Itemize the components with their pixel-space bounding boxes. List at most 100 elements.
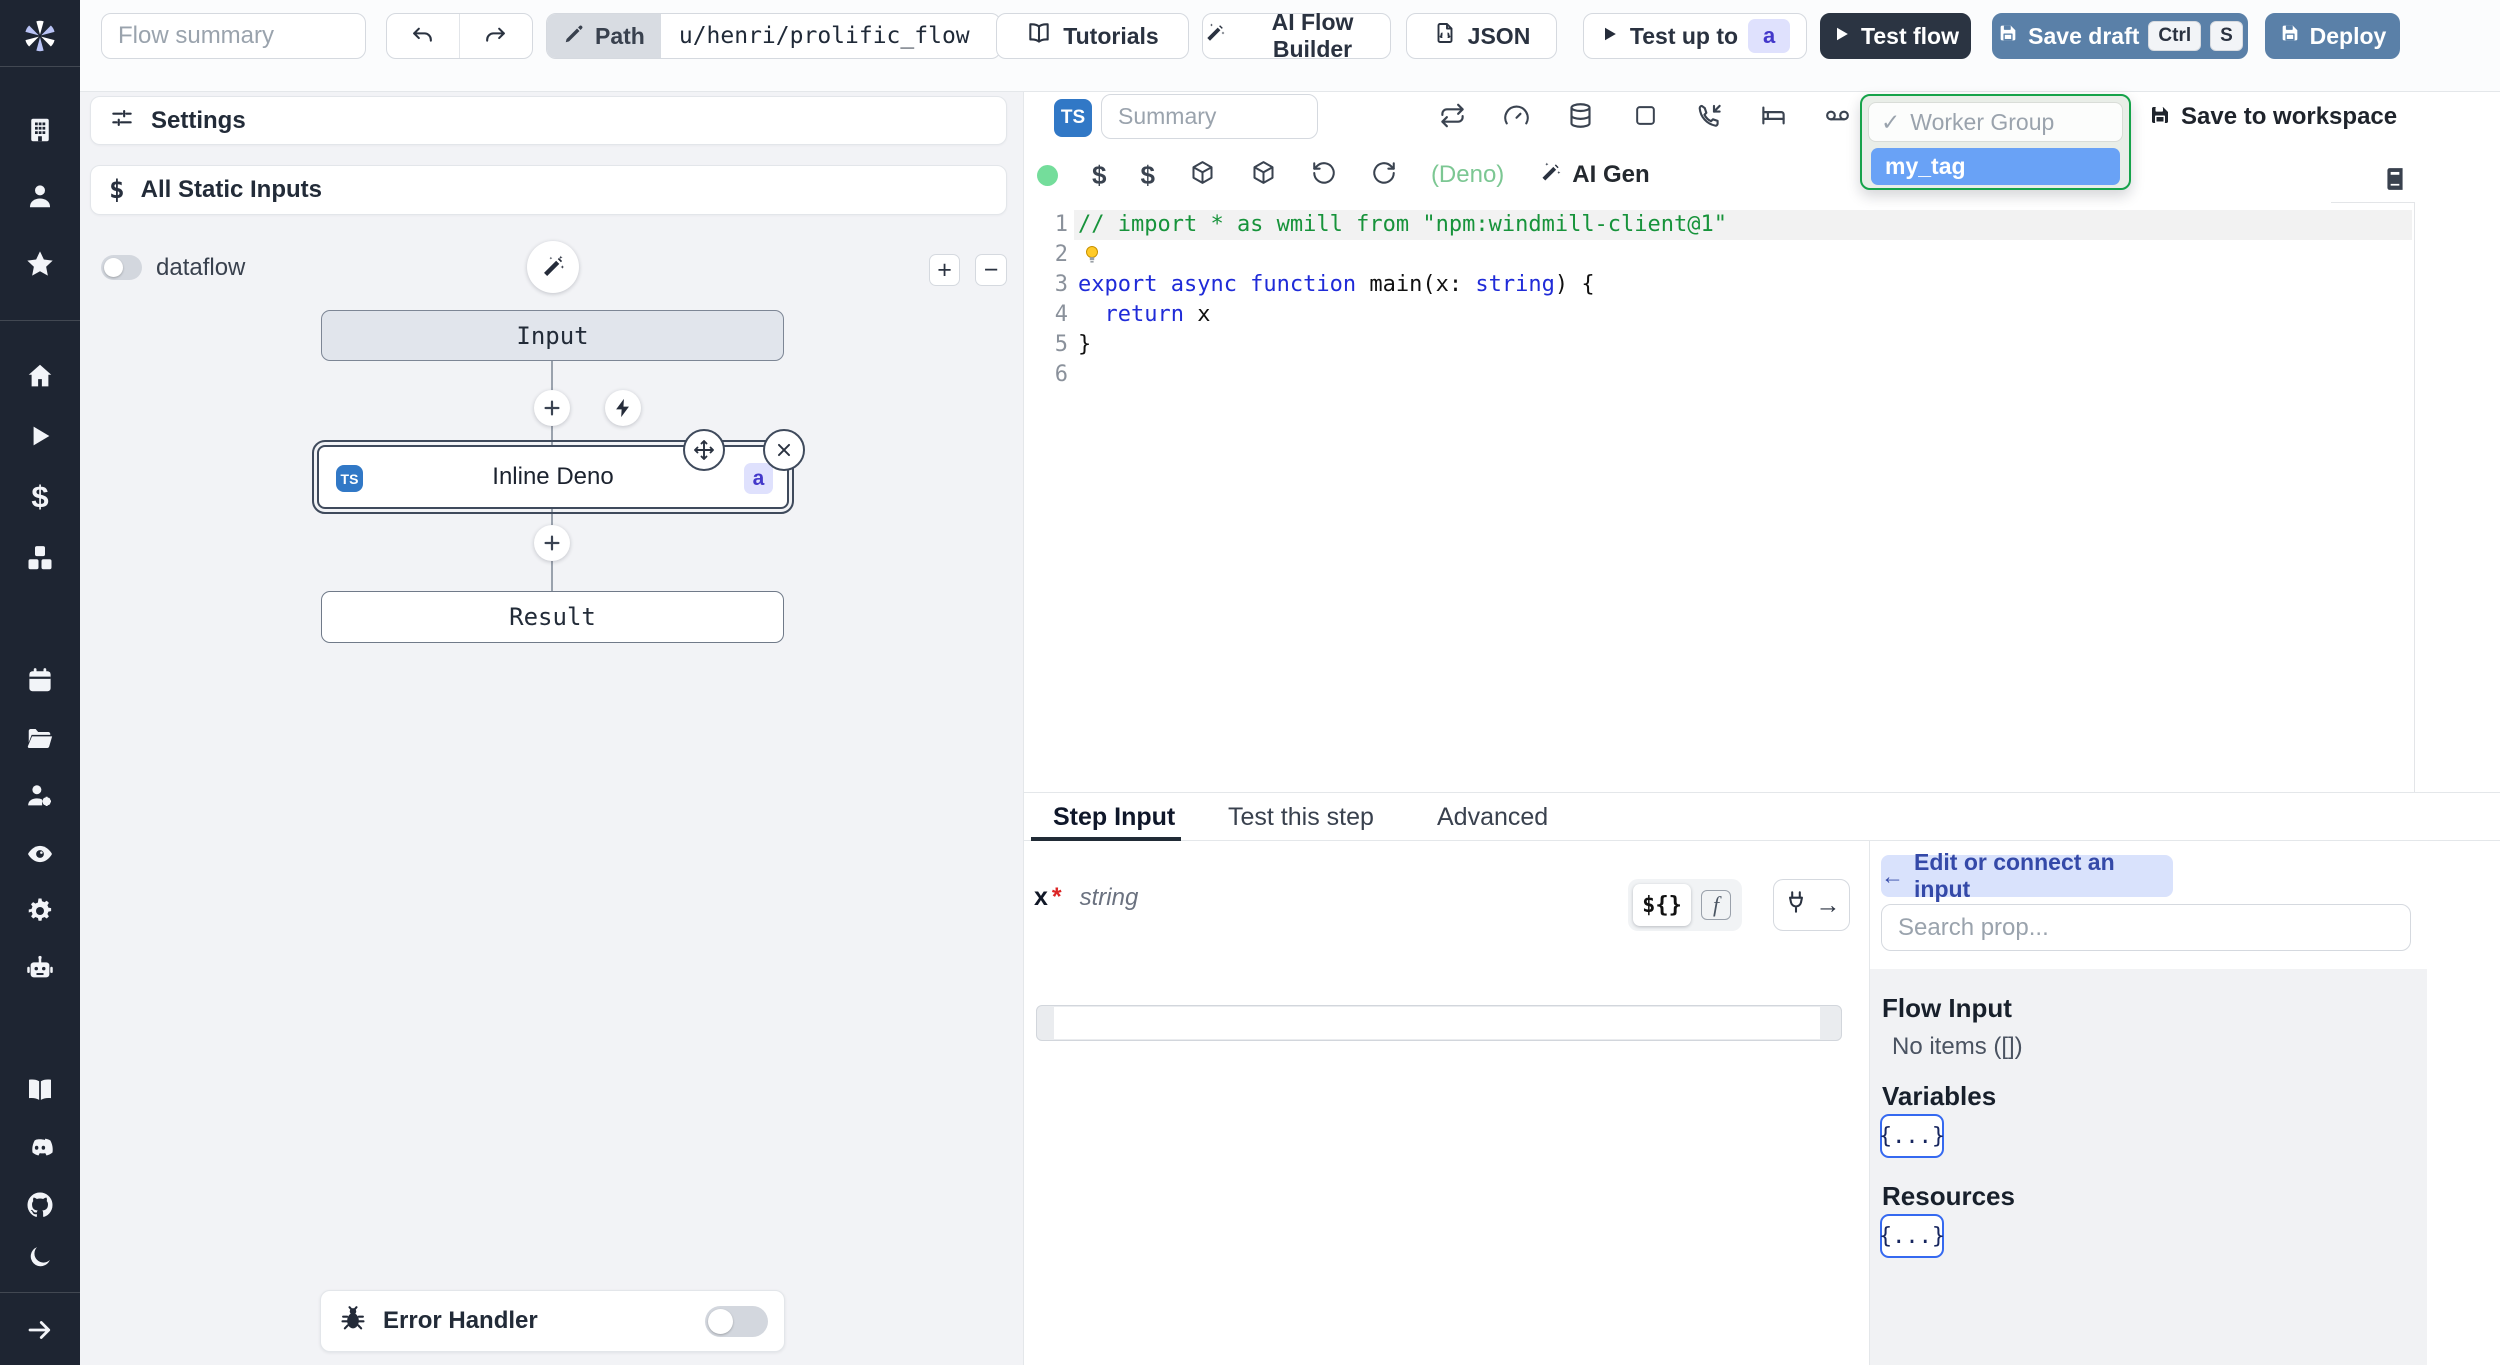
sidebar-divider bbox=[0, 320, 80, 321]
code-keyword: return bbox=[1104, 302, 1184, 327]
sidebar-item-groups-users-gear-icon[interactable] bbox=[23, 779, 57, 813]
template-mode-button[interactable]: ${} bbox=[1633, 884, 1691, 926]
ai-gen-button[interactable]: AI Gen bbox=[1538, 160, 1650, 190]
sidebar-divider bbox=[0, 66, 80, 67]
sidebar-item-folders-icon[interactable] bbox=[23, 721, 57, 755]
sidebar-item-runs-play-icon[interactable] bbox=[23, 419, 57, 453]
path-value[interactable]: u/henri/prolific_flow bbox=[661, 23, 988, 49]
settings-label: Settings bbox=[151, 106, 246, 134]
edit-or-connect-button[interactable]: ← Edit or connect an input bbox=[1881, 849, 2173, 902]
mock-voicemail-icon[interactable] bbox=[1822, 100, 1852, 130]
reset-rotate-ccw-icon[interactable] bbox=[1311, 160, 1337, 191]
zoom-out-button[interactable]: − bbox=[975, 254, 1007, 286]
test-up-to-button[interactable]: Test up to a bbox=[1583, 13, 1807, 59]
suspend-phone-incoming-icon[interactable] bbox=[1694, 100, 1724, 130]
sidebar-item-theme-moon-icon[interactable] bbox=[23, 1240, 57, 1274]
variables-title: Variables bbox=[1882, 1081, 1997, 1111]
sidebar-item-resources-boxes-icon[interactable] bbox=[23, 541, 57, 575]
sleep-bed-icon[interactable] bbox=[1758, 100, 1788, 130]
sidebar-item-schedules-calendar-icon[interactable] bbox=[23, 663, 57, 697]
worker-group-label: Worker Group bbox=[1910, 108, 2055, 135]
sidebar-item-github-icon[interactable] bbox=[23, 1188, 57, 1222]
fn-icon: f bbox=[1701, 890, 1731, 920]
flow-settings-button[interactable]: Settings bbox=[90, 96, 1007, 145]
code-token: : bbox=[1448, 272, 1476, 297]
arg-value-editor[interactable] bbox=[1054, 1007, 1820, 1039]
connect-input-plug-button[interactable]: → bbox=[1773, 879, 1850, 931]
pencil-icon bbox=[563, 23, 585, 50]
test-flow-button[interactable]: Test flow bbox=[1820, 13, 1971, 59]
variable-dollar-icon[interactable]: $ bbox=[1092, 160, 1106, 191]
all-static-inputs-button[interactable]: $ All Static Inputs bbox=[90, 165, 1007, 215]
static-dollar-icon[interactable]: $ bbox=[1140, 160, 1154, 191]
sidebar-item-workers-robot-icon[interactable] bbox=[23, 951, 57, 985]
sidebar-item-user[interactable] bbox=[23, 179, 57, 213]
add-trigger-zap-button[interactable] bbox=[605, 390, 641, 426]
arg-type: string bbox=[1079, 883, 1139, 911]
function-mode-button[interactable]: f bbox=[1695, 884, 1737, 926]
windmill-logo-icon[interactable] bbox=[18, 14, 62, 58]
code-param: x bbox=[1435, 272, 1449, 297]
windmill-flow-editor: $ Flow summary Path u/henri/prolific_flo… bbox=[0, 0, 2500, 1365]
flow-node-result[interactable]: Result bbox=[321, 591, 784, 643]
toggle-knob bbox=[708, 1309, 733, 1334]
arg-value-field[interactable] bbox=[1036, 1005, 1842, 1041]
sidebar: $ bbox=[0, 0, 80, 1365]
worker-group-option-my-tag[interactable]: my_tag bbox=[1871, 148, 2120, 185]
retry-repeat-icon[interactable] bbox=[1437, 100, 1467, 130]
tab-advanced[interactable]: Advanced bbox=[1437, 793, 1548, 841]
error-handler-toggle[interactable] bbox=[705, 1306, 768, 1337]
edit-path-button[interactable]: Path bbox=[547, 14, 661, 58]
ai-flow-builder-button[interactable]: AI Flow Builder bbox=[1202, 9, 1391, 62]
worker-group-selected[interactable]: ✓ Worker Group bbox=[1868, 102, 2123, 142]
dataflow-toggle[interactable] bbox=[101, 255, 142, 280]
sidebar-item-settings-gear-icon[interactable] bbox=[23, 894, 57, 928]
concurrency-gauge-icon[interactable] bbox=[1501, 100, 1531, 130]
add-step-button[interactable] bbox=[534, 390, 570, 426]
sidebar-item-docs-book-icon[interactable] bbox=[23, 1073, 57, 1107]
variables-object-chip[interactable]: {...} bbox=[1879, 1114, 1945, 1158]
sidebar-item-variables-dollar-icon[interactable]: $ bbox=[23, 479, 57, 514]
topbar: Path u/henri/prolific_flow Tutorials AI … bbox=[80, 0, 2500, 92]
package-cube-icon[interactable] bbox=[1189, 159, 1216, 191]
save-icon bbox=[1997, 22, 2019, 50]
package-cube-icon[interactable] bbox=[1250, 159, 1277, 191]
move-node-button[interactable] bbox=[683, 429, 725, 471]
save-draft-button[interactable]: Save draft Ctrl S bbox=[1992, 13, 2248, 59]
lightbulb-icon[interactable] bbox=[1080, 243, 1104, 272]
deploy-button[interactable]: Deploy bbox=[2265, 13, 2400, 59]
cache-database-icon[interactable] bbox=[1565, 100, 1595, 130]
add-step-button[interactable] bbox=[534, 525, 570, 561]
code-fn-name: main bbox=[1369, 272, 1423, 297]
reload-refresh-icon[interactable] bbox=[1371, 160, 1397, 191]
flow-summary-input[interactable] bbox=[101, 13, 366, 59]
save-to-workspace-button[interactable]: Save to workspace bbox=[2148, 97, 2397, 137]
early-stop-square-icon[interactable] bbox=[1630, 100, 1660, 130]
sidebar-collapse-arrow-right-icon[interactable] bbox=[23, 1313, 57, 1347]
sidebar-item-workspace[interactable] bbox=[23, 113, 57, 147]
sidebar-item-audit-eye-icon[interactable] bbox=[23, 837, 57, 871]
redo-button[interactable] bbox=[460, 14, 533, 58]
delete-node-button[interactable] bbox=[763, 429, 805, 471]
step-summary-input[interactable] bbox=[1101, 94, 1318, 139]
zoom-in-button[interactable]: + bbox=[929, 254, 960, 286]
resources-object-chip[interactable]: {...} bbox=[1879, 1214, 1945, 1258]
editor-toolbar-row: $ $ (Deno) AI Gen bbox=[1037, 152, 1650, 198]
auto-layout-wand-button[interactable] bbox=[527, 241, 579, 293]
search-prop-input[interactable] bbox=[1881, 904, 2411, 951]
sidebar-item-favorites-star-icon[interactable] bbox=[23, 247, 57, 281]
flow-node-input[interactable]: Input bbox=[321, 310, 784, 361]
tab-test-this-step[interactable]: Test this step bbox=[1228, 793, 1374, 841]
library-book-icon[interactable] bbox=[2380, 164, 2410, 194]
undo-button[interactable] bbox=[387, 14, 460, 58]
tab-step-input[interactable]: Step Input bbox=[1053, 793, 1175, 841]
sidebar-item-home[interactable] bbox=[23, 359, 57, 393]
error-handler-card[interactable]: Error Handler bbox=[320, 1290, 785, 1352]
tutorials-button[interactable]: Tutorials bbox=[996, 13, 1189, 59]
code-token: x bbox=[1183, 302, 1211, 327]
code-editor[interactable]: 1 2 3 4 5 6 // import * as wmill from "n… bbox=[1024, 200, 2500, 792]
step-editor-panel: TS ✓ Worker Group my_tag bbox=[1023, 92, 2500, 792]
json-button[interactable]: JSON bbox=[1406, 13, 1557, 59]
sidebar-item-discord-icon[interactable] bbox=[23, 1131, 57, 1165]
